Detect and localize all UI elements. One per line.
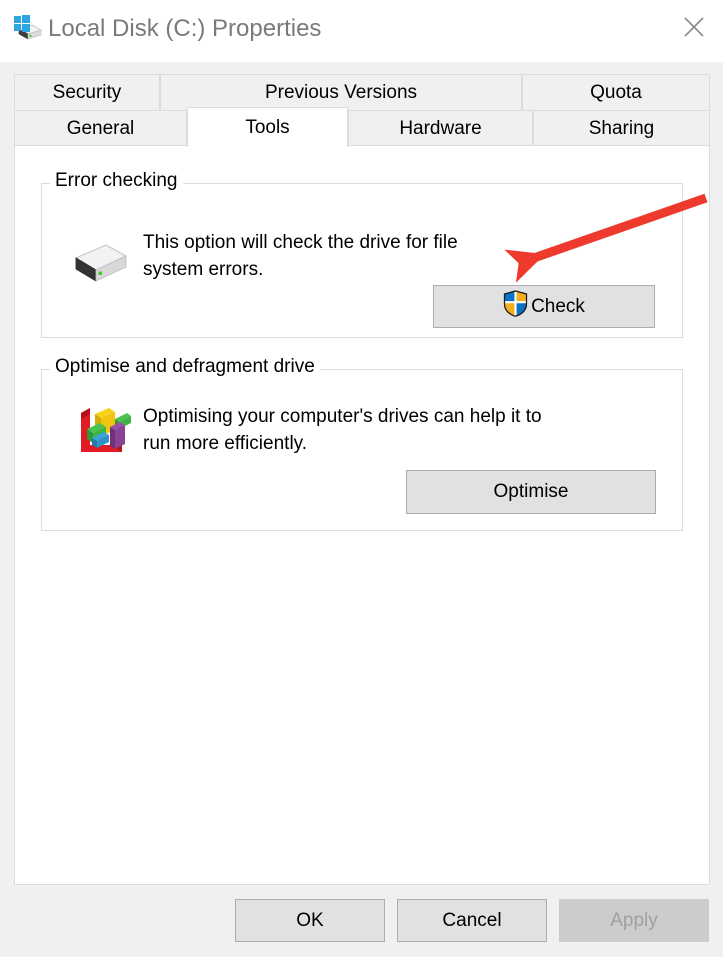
tab-strip: Security Previous Versions Quota General…: [14, 74, 710, 147]
tab-security[interactable]: Security: [14, 74, 160, 111]
tab-label: General: [66, 117, 135, 139]
error-checking-title: Error checking: [50, 170, 183, 192]
local-disk-icon: [10, 13, 43, 45]
tab-sharing[interactable]: Sharing: [533, 110, 710, 147]
tab-label: Tools: [245, 116, 290, 138]
optimise-description: Optimising your computer's drives can he…: [143, 406, 542, 454]
check-button[interactable]: Check: [433, 285, 655, 328]
tab-hardware[interactable]: Hardware: [348, 110, 533, 147]
properties-dialog: Local Disk (C:) Properties Security Prev…: [0, 0, 723, 957]
optimise-defragment-group: Optimise and defragment drive Optimising…: [41, 356, 683, 531]
cancel-button[interactable]: Cancel: [397, 899, 547, 942]
tab-label: Hardware: [399, 117, 482, 139]
tab-previous-versions[interactable]: Previous Versions: [160, 74, 522, 111]
ok-button[interactable]: OK: [235, 899, 385, 942]
error-checking-description: This option will check the drive for fil…: [143, 232, 458, 280]
ok-button-label: OK: [296, 909, 324, 931]
uac-shield-icon: [503, 290, 528, 323]
tab-label: Security: [52, 81, 122, 103]
optimise-button[interactable]: Optimise: [406, 470, 656, 514]
error-checking-group: Error checking This option will check th…: [41, 170, 683, 338]
apply-button: Apply: [559, 899, 709, 942]
optimise-defragment-title: Optimise and defragment drive: [50, 356, 320, 378]
check-button-label: Check: [531, 295, 585, 317]
window-title: Local Disk (C:) Properties: [48, 15, 322, 42]
title-bar: Local Disk (C:) Properties: [0, 0, 723, 62]
cancel-button-label: Cancel: [442, 909, 502, 931]
tab-tools[interactable]: Tools: [187, 107, 348, 147]
tab-quota[interactable]: Quota: [522, 74, 710, 111]
dialog-footer: OK Cancel Apply: [0, 885, 723, 957]
optimise-button-label: Optimise: [493, 481, 569, 502]
tab-label: Previous Versions: [264, 81, 418, 103]
apply-button-label: Apply: [610, 909, 658, 931]
tools-tab-panel: Error checking This option will check th…: [14, 145, 710, 885]
close-icon[interactable]: [665, 0, 723, 56]
hard-drive-icon: [72, 240, 130, 291]
defragment-icon: [75, 401, 131, 462]
tab-general[interactable]: General: [14, 110, 187, 147]
tab-label: Sharing: [588, 117, 655, 139]
tab-label: Quota: [590, 81, 642, 103]
